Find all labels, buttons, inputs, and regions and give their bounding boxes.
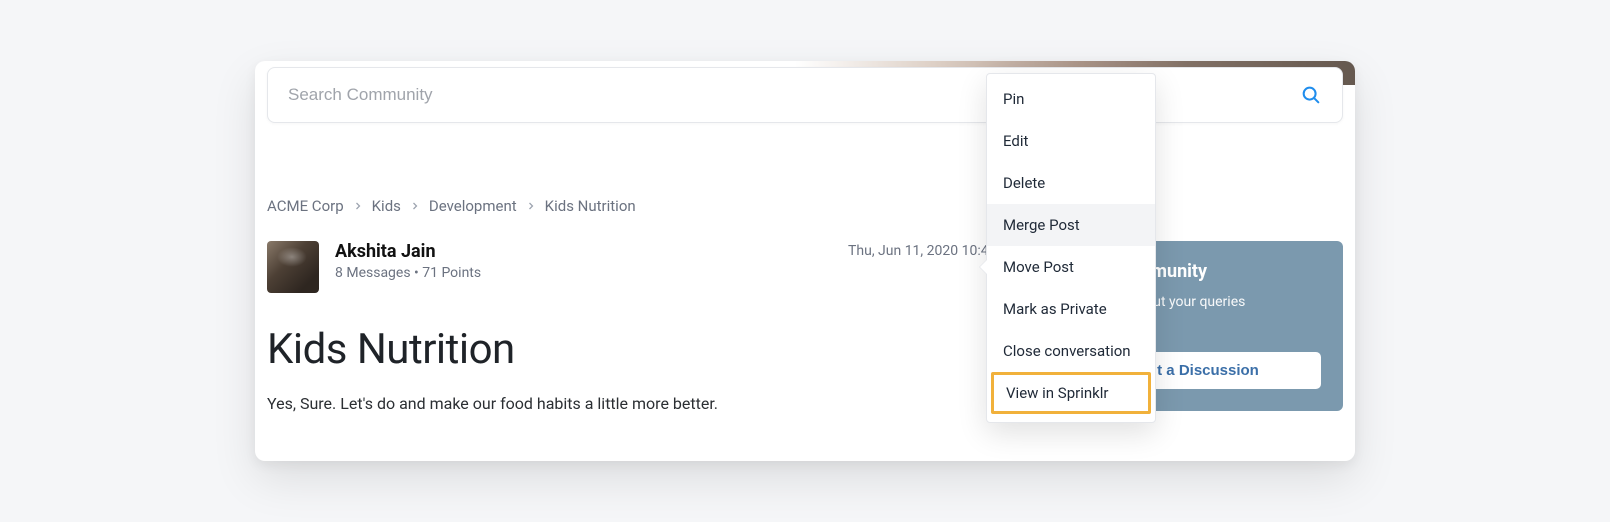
menu-item-view-in-sprinklr[interactable]: View in Sprinklr xyxy=(991,372,1151,414)
chevron-right-icon xyxy=(352,200,364,212)
post-actions-menu: Pin Edit Delete Merge Post Move Post Mar… xyxy=(986,73,1156,423)
menu-item-edit[interactable]: Edit xyxy=(987,120,1155,162)
author-info: Akshita Jain 8 Messages • 71 Points xyxy=(335,241,481,281)
post-body: Yes, Sure. Let's do and make our food ha… xyxy=(267,394,1055,413)
post-title: Kids Nutrition xyxy=(267,325,1055,374)
menu-pointer-icon xyxy=(980,260,987,274)
breadcrumb-item[interactable]: Kids Nutrition xyxy=(545,197,636,215)
breadcrumb-item[interactable]: Kids xyxy=(372,197,401,215)
search-icon[interactable] xyxy=(1300,84,1322,106)
menu-item-move-post[interactable]: Move Post xyxy=(987,246,1155,288)
breadcrumb-item[interactable]: Development xyxy=(429,197,517,215)
menu-item-mark-private[interactable]: Mark as Private xyxy=(987,288,1155,330)
menu-item-merge-post[interactable]: Merge Post xyxy=(987,204,1155,246)
author-meta: 8 Messages • 71 Points xyxy=(335,265,481,281)
breadcrumb-item[interactable]: ACME Corp xyxy=(267,197,344,215)
avatar[interactable] xyxy=(267,241,319,293)
menu-item-pin[interactable]: Pin xyxy=(987,78,1155,120)
author-row: Akshita Jain 8 Messages • 71 Points Thu,… xyxy=(267,241,1055,293)
chevron-right-icon xyxy=(525,200,537,212)
breadcrumb: ACME Corp Kids Development Kids Nutritio… xyxy=(267,197,636,215)
community-card: ACME Corp Kids Development Kids Nutritio… xyxy=(255,61,1355,461)
chevron-right-icon xyxy=(409,200,421,212)
author-name[interactable]: Akshita Jain xyxy=(335,241,481,262)
menu-item-close-conversation[interactable]: Close conversation xyxy=(987,330,1155,372)
menu-item-delete[interactable]: Delete xyxy=(987,162,1155,204)
search-bar[interactable] xyxy=(267,67,1343,123)
post-area: Akshita Jain 8 Messages • 71 Points Thu,… xyxy=(267,241,1055,413)
